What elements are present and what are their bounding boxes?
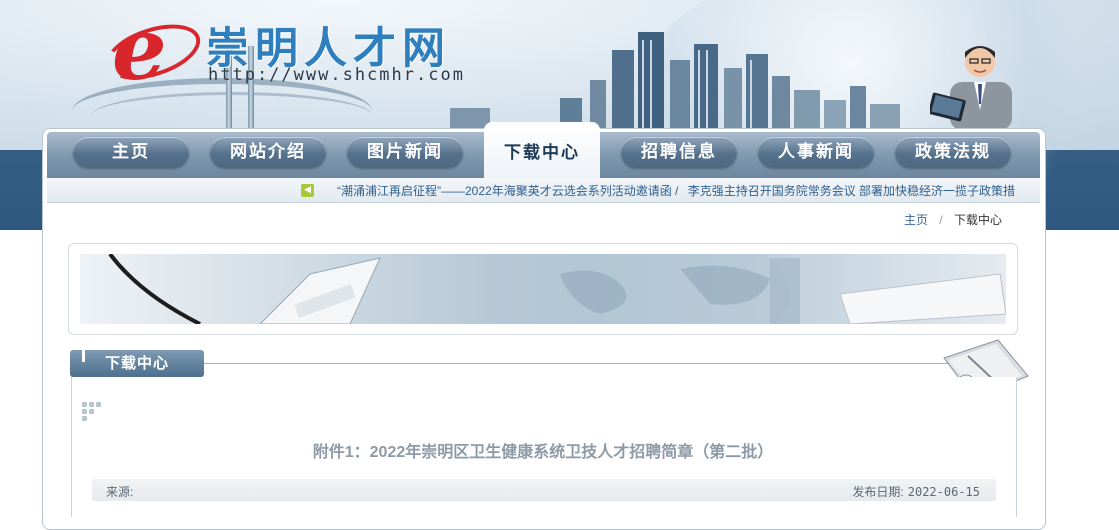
section-title: 下载中心 <box>70 350 204 377</box>
section-divider <box>204 363 964 364</box>
breadcrumb-current: 下载中心 <box>953 213 1002 227</box>
businessman-illustration <box>930 46 1012 130</box>
breadcrumb: 主页 / 下载中心 <box>904 211 1002 228</box>
ticker-item[interactable]: 李克强主持召开国务院常务会议 部署加快稳经济一揽子政策措 <box>688 184 1015 198</box>
nav-item-jobs[interactable]: 招聘信息 <box>621 137 737 168</box>
breadcrumb-separator: / <box>939 213 943 227</box>
publish-date: 2022-06-15 <box>907 485 980 499</box>
nav-item-hr-news[interactable]: 人事新闻 <box>758 137 874 168</box>
ticker-item[interactable]: “潮涌浦江再启征程”——2022年海聚英才云选会系列活动邀请函 / <box>337 184 678 198</box>
news-ticker: ◀ “潮涌浦江再启征程”——2022年海聚英才云选会系列活动邀请函 / 李克强主… <box>47 178 1040 203</box>
nav-item-about[interactable]: 网站介绍 <box>210 137 326 168</box>
banner-image <box>80 254 1006 324</box>
banner-illustration <box>108 254 1006 324</box>
publish-date-group: 发布日期: 2022-06-15 <box>852 483 980 500</box>
ticker-text: “潮涌浦江再启征程”——2022年海聚英才云选会系列活动邀请函 / 李克强主持召… <box>337 182 1027 199</box>
nav-item-photo-news[interactable]: 图片新闻 <box>347 137 463 168</box>
speaker-icon: ◀ <box>301 184 314 197</box>
nav-item-policies[interactable]: 政策法规 <box>895 137 1011 168</box>
city-skyline <box>450 32 900 132</box>
site-url: http://www.shcmhr.com <box>208 65 465 85</box>
source-label: 来源: <box>106 485 134 499</box>
site-logo-icon[interactable]: e <box>112 7 188 93</box>
nav-item-downloads-active[interactable]: 下载中心 <box>484 122 600 178</box>
article-meta: 来源: 发布日期: 2022-06-15 <box>92 479 996 501</box>
publish-date-label: 发布日期: <box>852 485 904 499</box>
article-title: 附件1：2022年崇明区卫生健康系统卫技人才招聘简章（第二批） <box>312 444 774 461</box>
breadcrumb-home[interactable]: 主页 <box>904 213 928 227</box>
nav-item-home[interactable]: 主页 <box>73 137 189 168</box>
